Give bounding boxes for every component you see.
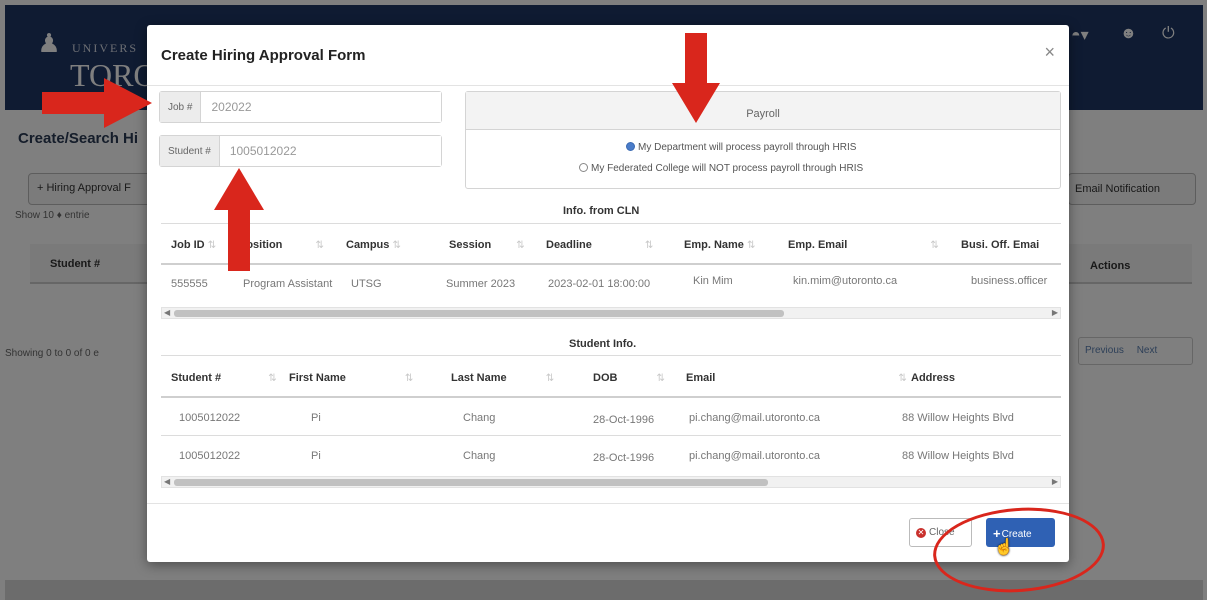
table-border xyxy=(161,435,1061,436)
cln-cell-position: Program Assistant xyxy=(243,278,333,290)
annotation-arrow-down-icon xyxy=(672,33,720,123)
cln-cell-emp-name: Kin Mim xyxy=(693,275,733,287)
payroll-option-department-label: My Department will process payroll throu… xyxy=(638,142,857,153)
scroll-right-icon[interactable]: ▶ xyxy=(1052,477,1058,487)
student-cell-last-name: Chang xyxy=(463,412,496,424)
student-header-dob[interactable]: DOB ⇅ xyxy=(593,372,665,384)
student-cell-dob: 28-Oct-1996 xyxy=(593,452,655,464)
cln-cell-emp-email: kin.mim@utoronto.ca xyxy=(793,275,898,287)
close-circle-icon: ✕ xyxy=(916,528,926,538)
student-header-address[interactable]: Address xyxy=(911,372,955,384)
cln-header-busi-off-email[interactable]: Busi. Off. Emai xyxy=(961,239,1039,251)
payroll-option-federated-label: My Federated College will NOT process pa… xyxy=(591,163,864,174)
scroll-right-icon[interactable]: ▶ xyxy=(1052,308,1058,318)
arrow-shape xyxy=(214,168,264,271)
cln-header-emp-name[interactable]: Emp. Name ⇅ xyxy=(684,239,755,251)
scroll-left-icon[interactable]: ◀ xyxy=(164,477,170,487)
student-number-label: Student # xyxy=(160,136,220,166)
cln-header-campus[interactable]: Campus ⇅ xyxy=(346,239,401,251)
student-info-caption: Student Info. xyxy=(569,338,637,350)
modal-title: Create Hiring Approval Form xyxy=(161,47,366,64)
payroll-header: Payroll xyxy=(466,92,1060,130)
student-cell-last-name: Chang xyxy=(463,450,496,462)
student-cell-dob: 28-Oct-1996 xyxy=(593,414,655,426)
close-icon[interactable]: × xyxy=(1044,42,1055,63)
student-cell-first-name: Pi xyxy=(311,412,321,424)
create-hiring-approval-modal: Create Hiring Approval Form × Job # Stud… xyxy=(147,25,1069,562)
divider xyxy=(147,503,1069,504)
radio-selected-icon[interactable] xyxy=(626,142,635,151)
annotation-arrow-right-icon xyxy=(42,78,152,128)
student-cell-email: pi.chang@mail.utoronto.ca xyxy=(689,412,821,424)
radio-unselected-icon[interactable] xyxy=(579,163,588,172)
cln-header-emp-email[interactable]: Emp. Email ⇅ xyxy=(788,239,939,251)
student-cell-address: 88 Willow Heights Blvd xyxy=(902,412,1014,424)
table-border xyxy=(161,355,1061,356)
table-border xyxy=(161,396,1061,398)
cln-cell-campus: UTSG xyxy=(351,278,382,290)
payroll-panel: Payroll My Department will process payro… xyxy=(465,91,1061,189)
job-number-input[interactable] xyxy=(201,92,441,122)
cln-cell-deadline: 2023-02-01 18:00:00 xyxy=(548,278,651,290)
student-cell-number: 1005012022 xyxy=(179,450,241,462)
student-number-input[interactable] xyxy=(219,136,441,166)
job-number-field: Job # xyxy=(159,91,442,123)
arrow-shape xyxy=(672,33,720,123)
student-header-number[interactable]: Student # ⇅ xyxy=(171,372,277,384)
cln-header-deadline[interactable]: Deadline ⇅ xyxy=(546,239,653,251)
student-cell-address: 88 Willow Heights Blvd xyxy=(902,450,1014,462)
cln-header-session[interactable]: Session ⇅ xyxy=(449,239,525,251)
payroll-option-department[interactable]: My Department will process payroll throu… xyxy=(626,142,856,153)
cln-table: Job ID ⇅ Position ⇅ Campus ⇅ Session ⇅ D… xyxy=(161,223,1061,309)
student-number-field: Student # xyxy=(159,135,442,167)
student-header-last-name[interactable]: Last Name ⇅ xyxy=(451,372,554,384)
annotation-arrow-up-icon xyxy=(214,168,264,271)
job-number-label: Job # xyxy=(160,92,202,122)
student-header-first-name[interactable]: First Name ⇅ xyxy=(289,372,413,384)
cln-header-job-id[interactable]: Job ID ⇅ xyxy=(171,239,216,251)
student-cell-first-name: Pi xyxy=(311,450,321,462)
cln-horizontal-scrollbar[interactable]: ◀ ▶ xyxy=(161,307,1061,319)
student-table: Student # ⇅ First Name ⇅ Last Name ⇅ DOB… xyxy=(161,355,1061,475)
table-border xyxy=(161,223,1061,224)
student-cell-email: pi.chang@mail.utoronto.ca xyxy=(689,450,821,462)
student-header-email[interactable]: Email ⇅ xyxy=(686,372,907,384)
table-border xyxy=(161,263,1061,265)
payroll-option-federated[interactable]: My Federated College will NOT process pa… xyxy=(579,163,863,174)
cln-cell-job-id: 555555 xyxy=(171,278,208,290)
scroll-left-icon[interactable]: ◀ xyxy=(164,308,170,318)
cln-cell-busi-off-email: business.officer xyxy=(971,275,1048,287)
student-cell-number: 1005012022 xyxy=(179,412,241,424)
scroll-thumb[interactable] xyxy=(174,479,768,486)
arrow-shape xyxy=(42,78,152,128)
student-horizontal-scrollbar[interactable]: ◀ ▶ xyxy=(161,476,1061,488)
cln-caption: Info. from CLN xyxy=(563,205,640,217)
cln-cell-session: Summer 2023 xyxy=(446,278,516,290)
divider xyxy=(147,85,1069,86)
scroll-thumb[interactable] xyxy=(174,310,784,317)
